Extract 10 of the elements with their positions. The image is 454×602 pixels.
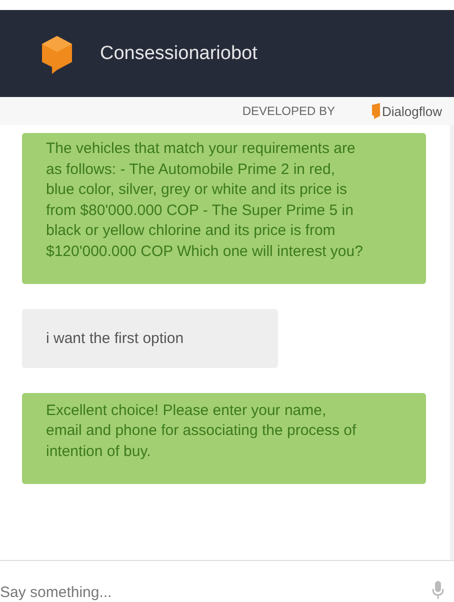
user-message: i want the first option bbox=[22, 309, 278, 368]
bot-message: The vehicles that match your requirements are as follows: - The Automobile Prime 2 in red, blue color, silver, grey or white and its price is from $80'000.000 COP - The Super Prime 5 in black or yellow chlorine and its price is from $120'000.000 COP Which one will interest you? bbox=[22, 133, 426, 284]
bot-message: Excellent choice! Please enter your name, email and phone for associating the process of intention of buy. bbox=[22, 392, 426, 484]
developed-by-label: DEVELOPED BY bbox=[242, 104, 336, 118]
message-input[interactable]: Say something... bbox=[0, 584, 432, 602]
microphone-icon[interactable] bbox=[432, 581, 444, 599]
bot-logo-icon bbox=[40, 34, 74, 74]
dialogflow-link[interactable]: Dialogflow bbox=[371, 103, 442, 119]
dialogflow-logo-icon bbox=[371, 103, 382, 119]
bot-title: Consessionariobot bbox=[100, 42, 258, 64]
